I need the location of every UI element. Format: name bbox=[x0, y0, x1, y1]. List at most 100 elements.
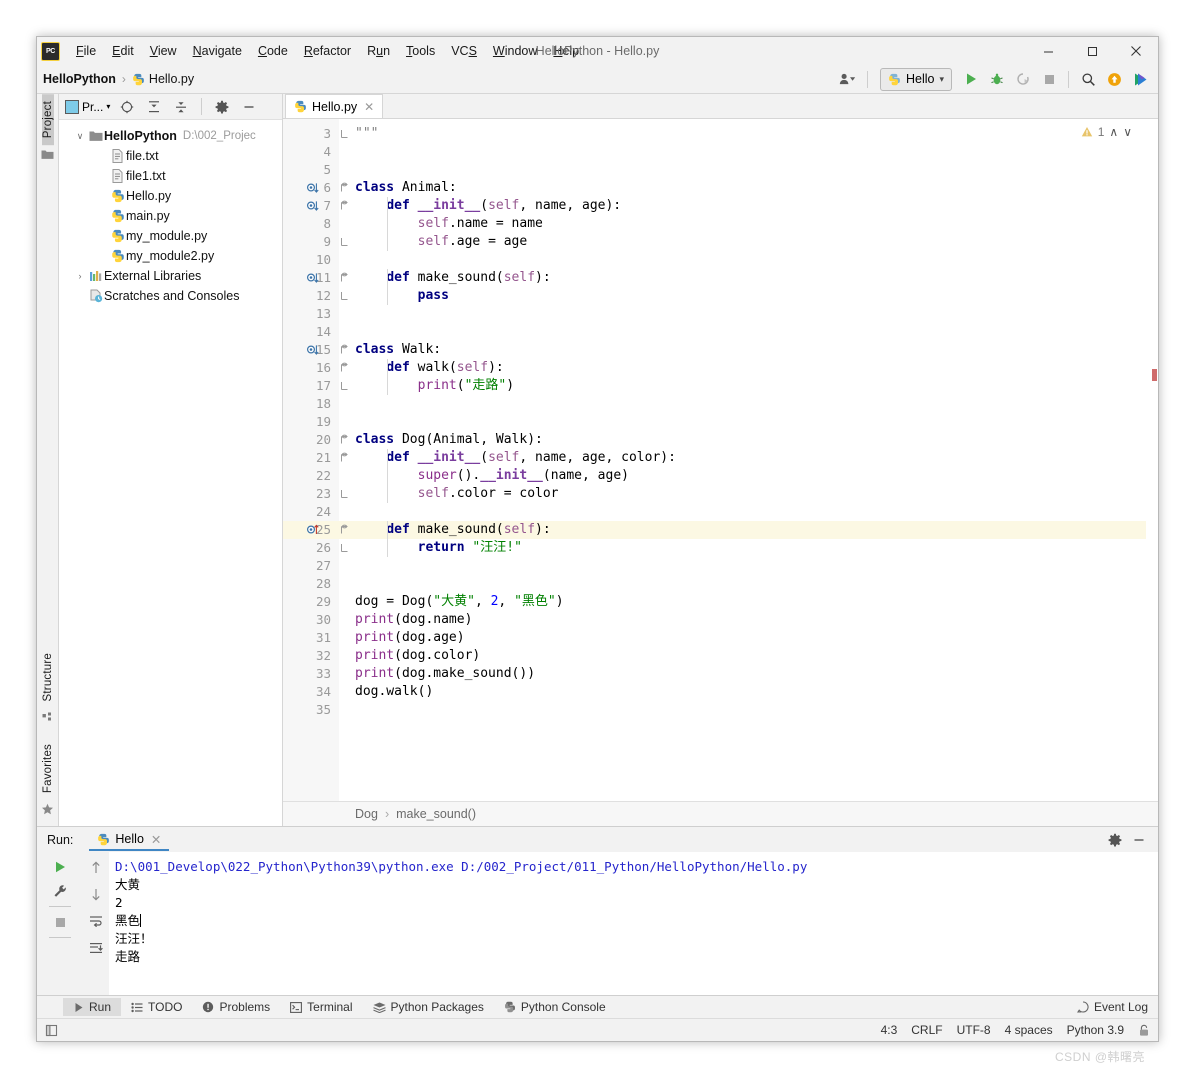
settings-gear-icon[interactable] bbox=[210, 96, 234, 118]
tree-node-hello-py[interactable]: Hello.py bbox=[59, 186, 282, 206]
scroll-down-icon[interactable] bbox=[85, 883, 107, 905]
code-text[interactable]: """ class Animal: def __init__(self, nam… bbox=[351, 119, 1158, 801]
caret-position[interactable]: 4:3 bbox=[881, 1023, 898, 1037]
menu-item-refactor[interactable]: Refactor bbox=[296, 41, 359, 61]
rerun-icon[interactable] bbox=[49, 856, 71, 878]
menu-item-navigate[interactable]: Navigate bbox=[185, 41, 250, 61]
tool-window-run[interactable]: Run bbox=[63, 998, 121, 1016]
disclosure-arrow-icon[interactable]: ∨ bbox=[73, 131, 87, 142]
menu-item-file[interactable]: File bbox=[68, 41, 104, 61]
updates-icon[interactable] bbox=[1102, 68, 1126, 90]
fold-marker-start[interactable] bbox=[340, 434, 350, 446]
navbar-file-name[interactable]: Hello.py bbox=[149, 72, 194, 86]
collapse-all-icon[interactable] bbox=[142, 96, 166, 118]
sidebar-item-structure[interactable]: Structure bbox=[42, 646, 54, 708]
breadcrumb-method[interactable]: make_sound() bbox=[396, 807, 476, 821]
code-editor[interactable]: 3456789101112131415161718192021222324252… bbox=[283, 119, 1158, 801]
fold-marker-start[interactable] bbox=[340, 362, 350, 374]
project-view-selector[interactable]: Pr... ▾ bbox=[63, 99, 112, 115]
maximize-icon[interactable] bbox=[1070, 37, 1114, 65]
soft-wrap-icon[interactable] bbox=[85, 910, 107, 932]
python-interpreter[interactable]: Python 3.9 bbox=[1067, 1023, 1124, 1037]
fold-marker-end[interactable] bbox=[340, 290, 350, 302]
chevron-down-icon[interactable]: ∨ bbox=[1123, 125, 1132, 139]
sidebar-item-favorites[interactable]: Favorites bbox=[42, 737, 54, 800]
fold-marker-start[interactable] bbox=[340, 200, 350, 212]
scroll-to-end-icon[interactable] bbox=[85, 937, 107, 959]
hide-icon[interactable] bbox=[237, 96, 261, 118]
navbar-project-name[interactable]: HelloPython bbox=[43, 72, 116, 86]
console-output[interactable]: D:\001_Develop\022_Python\Python39\pytho… bbox=[109, 852, 1158, 995]
editor-tab-hello-py[interactable]: Hello.py ✕ bbox=[285, 94, 383, 118]
tree-node-hellopython[interactable]: ∨HelloPythonD:\002_Projec bbox=[59, 126, 282, 146]
tree-node-main-py[interactable]: main.py bbox=[59, 206, 282, 226]
menu-item-edit[interactable]: Edit bbox=[104, 41, 142, 61]
encoding[interactable]: UTF-8 bbox=[957, 1023, 991, 1037]
user-avatar-icon[interactable] bbox=[836, 68, 860, 90]
fold-marker-end[interactable] bbox=[340, 542, 350, 554]
stop-icon[interactable] bbox=[49, 911, 71, 933]
run-icon[interactable] bbox=[959, 68, 983, 90]
line-separator[interactable]: CRLF bbox=[911, 1023, 942, 1037]
fold-marker-end[interactable] bbox=[340, 380, 350, 392]
tool-window-todo[interactable]: TODO bbox=[121, 998, 192, 1016]
indent-setting[interactable]: 4 spaces bbox=[1005, 1023, 1053, 1037]
sidebar-item-project[interactable]: Project bbox=[42, 94, 54, 145]
tool-window-terminal[interactable]: Terminal bbox=[280, 998, 362, 1016]
select-opened-file-icon[interactable] bbox=[115, 96, 139, 118]
layout-icon[interactable] bbox=[45, 1024, 58, 1037]
inspection-widget[interactable]: 1 ∧ ∨ bbox=[1081, 125, 1132, 139]
run-configuration-selector[interactable]: Hello ▾ bbox=[880, 68, 952, 91]
hide-icon[interactable] bbox=[1132, 833, 1146, 847]
tree-node-my-module-py[interactable]: my_module.py bbox=[59, 226, 282, 246]
menu-item-view[interactable]: View bbox=[142, 41, 185, 61]
lock-icon[interactable] bbox=[1138, 1024, 1150, 1037]
menu-item-code[interactable]: Code bbox=[250, 41, 296, 61]
editor-scrollbar[interactable] bbox=[1146, 119, 1158, 801]
expand-icon[interactable] bbox=[169, 96, 193, 118]
debug-icon[interactable] bbox=[985, 68, 1009, 90]
tool-window-python-console[interactable]: Python Console bbox=[494, 998, 616, 1016]
method-override-marker[interactable] bbox=[307, 200, 320, 213]
close-icon[interactable]: ✕ bbox=[364, 100, 374, 114]
fold-marker-start[interactable] bbox=[340, 182, 350, 194]
tree-node-file-txt[interactable]: file.txt bbox=[59, 146, 282, 166]
fold-marker-start[interactable] bbox=[340, 524, 350, 536]
stop-icon[interactable] bbox=[1037, 68, 1061, 90]
menu-item-vcs[interactable]: VCS bbox=[443, 41, 485, 61]
minimize-icon[interactable] bbox=[1026, 37, 1070, 65]
tree-node-file1-txt[interactable]: file1.txt bbox=[59, 166, 282, 186]
fold-column[interactable] bbox=[339, 119, 351, 801]
tool-window-python-packages[interactable]: Python Packages bbox=[363, 998, 494, 1016]
close-icon[interactable]: ✕ bbox=[151, 832, 161, 847]
tree-node-external-libraries[interactable]: ›External Libraries bbox=[59, 266, 282, 286]
fold-marker-end[interactable] bbox=[340, 236, 350, 248]
close-icon[interactable] bbox=[1114, 37, 1158, 65]
method-overriding-marker[interactable] bbox=[307, 524, 320, 537]
ide-tools-icon[interactable] bbox=[1128, 68, 1152, 90]
chevron-up-icon[interactable]: ∧ bbox=[1109, 125, 1118, 139]
fold-marker-start[interactable] bbox=[340, 272, 350, 284]
search-everywhere-icon[interactable] bbox=[1076, 68, 1100, 90]
method-override-marker[interactable] bbox=[307, 272, 320, 285]
settings-gear-icon[interactable] bbox=[1108, 833, 1122, 847]
scroll-up-icon[interactable] bbox=[85, 856, 107, 878]
run-tab-hello[interactable]: Hello ✕ bbox=[89, 829, 169, 851]
fold-marker-start[interactable] bbox=[340, 344, 350, 356]
tool-window-problems[interactable]: Problems bbox=[192, 998, 280, 1016]
fold-marker-end[interactable] bbox=[340, 488, 350, 500]
tree-node-my-module2-py[interactable]: my_module2.py bbox=[59, 246, 282, 266]
fold-marker-start[interactable] bbox=[340, 452, 350, 464]
menu-item-run[interactable]: Run bbox=[359, 41, 398, 61]
breadcrumb-class[interactable]: Dog bbox=[355, 807, 378, 821]
tree-node-scratches-and-consoles[interactable]: Scratches and Consoles bbox=[59, 286, 282, 306]
wrench-icon[interactable] bbox=[49, 880, 71, 902]
disclosure-arrow-icon[interactable]: › bbox=[73, 271, 87, 281]
class-override-marker[interactable] bbox=[307, 344, 320, 357]
run-coverage-icon[interactable] bbox=[1011, 68, 1035, 90]
menu-item-tools[interactable]: Tools bbox=[398, 41, 443, 61]
fold-marker-end[interactable] bbox=[340, 128, 350, 140]
event-log-button[interactable]: Event Log bbox=[1077, 1000, 1158, 1014]
editor-gutter[interactable]: 3456789101112131415161718192021222324252… bbox=[283, 119, 339, 801]
class-override-marker[interactable] bbox=[307, 182, 320, 195]
